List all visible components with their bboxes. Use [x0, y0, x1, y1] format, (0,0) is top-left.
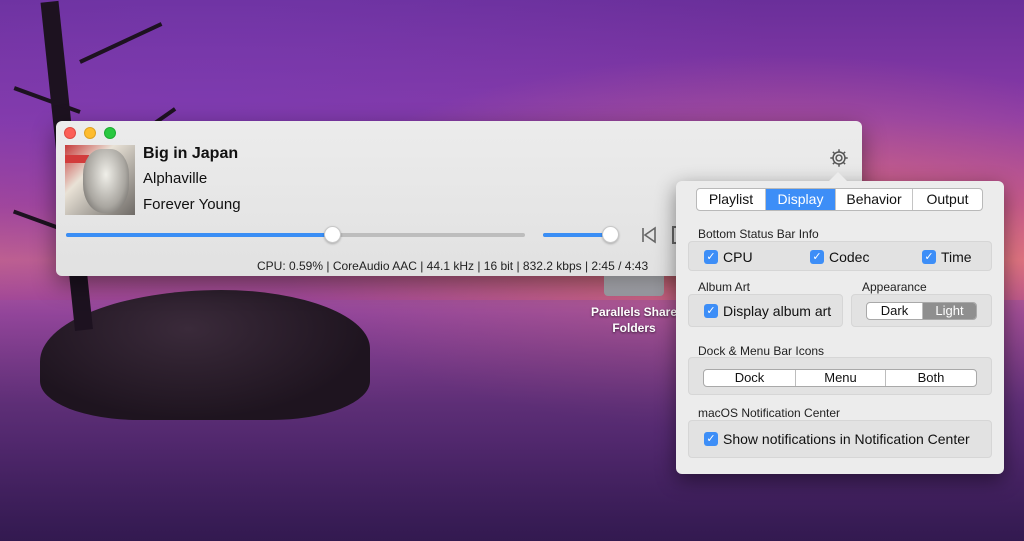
display-album-art-checkbox[interactable]: ✓ Display album art: [704, 303, 831, 319]
dock-menu-group: Dock Menu Both: [688, 357, 992, 395]
appearance-group: Dark Light: [851, 294, 992, 327]
tab-playlist[interactable]: Playlist: [697, 189, 766, 210]
seek-slider[interactable]: [66, 226, 525, 243]
album-art-label: Album Art: [698, 280, 751, 294]
volume-level: [543, 233, 610, 237]
window-controls: [64, 127, 116, 139]
show-notifications-label: Show notifications in Notification Cente…: [723, 431, 970, 447]
preferences-tabs: Playlist Display Behavior Output: [696, 188, 983, 211]
appearance-label: Appearance: [862, 280, 927, 294]
album-art: [65, 145, 135, 215]
tab-behavior[interactable]: Behavior: [836, 189, 913, 210]
time-checkbox[interactable]: ✓ Time: [922, 249, 972, 265]
codec-checkbox-label: Codec: [829, 249, 870, 265]
preferences-popover: Playlist Display Behavior Output Bottom …: [676, 172, 1004, 474]
volume-slider[interactable]: [543, 226, 619, 243]
dock-option[interactable]: Dock: [704, 370, 796, 386]
minimize-button[interactable]: [84, 127, 96, 139]
album-art-group: ✓ Display album art: [688, 294, 843, 327]
gear-icon[interactable]: [828, 147, 850, 169]
show-notifications-checkbox[interactable]: ✓ Show notifications in Notification Cen…: [704, 431, 970, 447]
tab-display[interactable]: Display: [766, 189, 836, 210]
seek-handle[interactable]: [324, 226, 341, 243]
tab-output[interactable]: Output: [913, 189, 982, 210]
codec-checkbox[interactable]: ✓ Codec: [810, 249, 869, 265]
both-option[interactable]: Both: [886, 370, 976, 386]
cpu-checkbox[interactable]: ✓ CPU: [704, 249, 753, 265]
checkmark-icon: ✓: [704, 432, 718, 446]
track-title: Big in Japan: [143, 145, 239, 162]
album-art-face: [83, 149, 129, 213]
cpu-checkbox-label: CPU: [723, 249, 753, 265]
checkmark-icon: ✓: [922, 250, 936, 264]
notification-label: macOS Notification Center: [698, 406, 841, 420]
close-button[interactable]: [64, 127, 76, 139]
track-artist: Alphaville: [143, 170, 208, 187]
appearance-dark-option[interactable]: Dark: [867, 303, 923, 319]
skip-back-icon[interactable]: [641, 226, 657, 244]
seek-progress: [66, 233, 332, 237]
dock-menu-label: Dock & Menu Bar Icons: [698, 344, 825, 358]
bottom-status-label: Bottom Status Bar Info: [698, 227, 819, 241]
checkmark-icon: ✓: [704, 250, 718, 264]
notification-group: ✓ Show notifications in Notification Cen…: [688, 420, 992, 458]
popover-arrow: [828, 172, 848, 182]
checkmark-icon: ✓: [704, 304, 718, 318]
checkmark-icon: ✓: [810, 250, 824, 264]
appearance-segmented-control: Dark Light: [866, 302, 977, 320]
track-album: Forever Young: [143, 196, 241, 213]
appearance-light-option[interactable]: Light: [923, 303, 976, 319]
bottom-status-group: ✓ CPU ✓ Codec ✓ Time: [688, 241, 992, 271]
time-checkbox-label: Time: [941, 249, 972, 265]
dock-menu-segmented-control: Dock Menu Both: [703, 369, 977, 387]
zoom-button[interactable]: [104, 127, 116, 139]
display-album-art-label: Display album art: [723, 303, 832, 319]
volume-handle[interactable]: [602, 226, 619, 243]
menu-option[interactable]: Menu: [796, 370, 886, 386]
